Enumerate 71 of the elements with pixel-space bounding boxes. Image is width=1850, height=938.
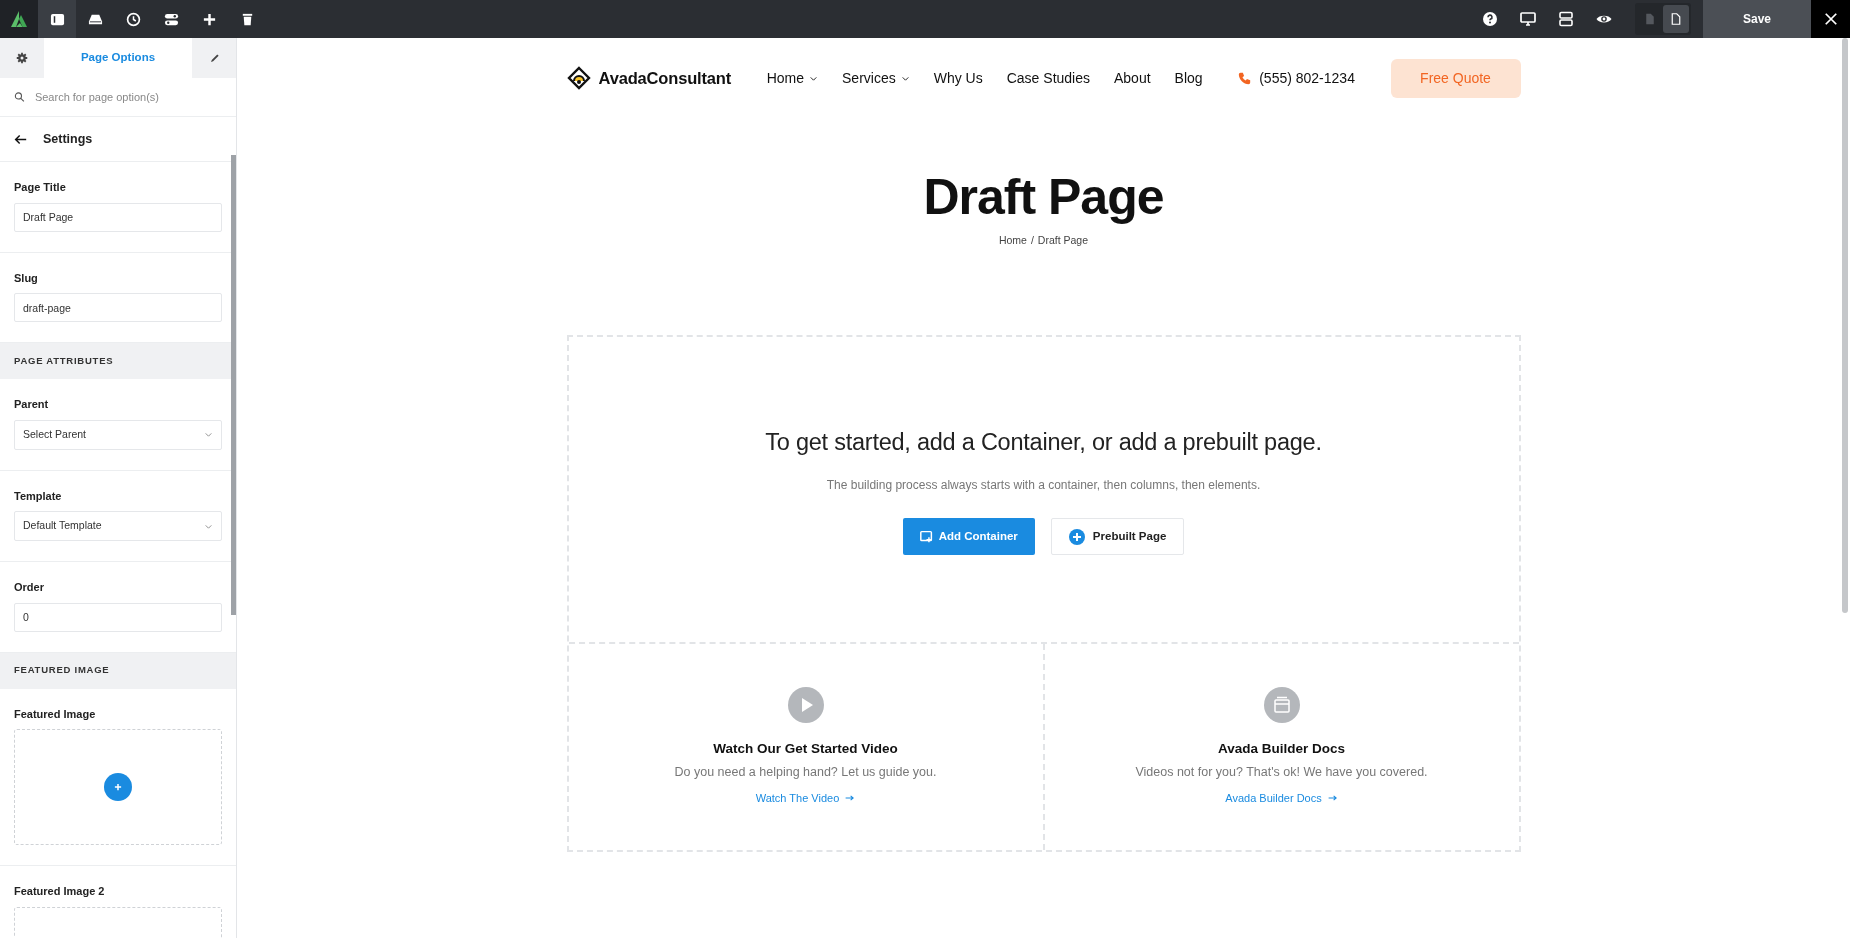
card-title: Watch Our Get Started Video (713, 740, 898, 758)
toolbar-button[interactable] (38, 0, 76, 38)
add-container-button[interactable]: Add Container (902, 518, 1035, 555)
scrollbar[interactable] (231, 155, 236, 615)
input-field[interactable]: Draft Page (14, 202, 222, 232)
input-field[interactable]: draft-page (14, 293, 222, 322)
add-image-button[interactable] (104, 773, 132, 801)
field-label: Order (14, 580, 45, 595)
card-title: Avada Builder Docs (1217, 740, 1345, 758)
builder-subtitle: The building process always starts with a container, then columns, then elements. (826, 477, 1261, 494)
rows-icon (1558, 11, 1574, 27)
logo-icon (566, 66, 591, 90)
section-title: PAGE ATTRIBUTES (14, 353, 114, 368)
container-add-icon (919, 530, 933, 543)
nav-link[interactable]: Home (766, 67, 819, 89)
gear-icon (16, 52, 28, 64)
panel-heading: Settings (43, 130, 93, 148)
nav-link[interactable]: Case Studies (1006, 67, 1090, 89)
clock-icon (125, 11, 141, 27)
field-label: Parent (14, 397, 50, 412)
scrollbar[interactable] (1842, 38, 1848, 613)
sidebar-tab[interactable]: Page Options (44, 38, 192, 78)
document-icon (1644, 12, 1656, 26)
brand-name: AvadaConsultant (598, 67, 732, 89)
archive-icon (1263, 687, 1300, 723)
play-icon (787, 687, 824, 723)
plus-icon (201, 11, 217, 27)
section-title: FEATURED IMAGE (14, 663, 110, 678)
back-button[interactable] (14, 132, 27, 146)
sidebar-icon (49, 11, 65, 27)
plus-circle-icon (1068, 528, 1085, 545)
breadcrumb-current: Draft Page (1037, 233, 1089, 248)
document-icon (1670, 12, 1682, 26)
close-icon (1823, 12, 1838, 26)
builder-heading: To get started, add a Container, or add a prebuilt page. (765, 427, 1322, 457)
phone-number: (555) 802-1234 (1259, 68, 1355, 88)
field-label: Featured Image (14, 706, 97, 722)
card-link[interactable]: Watch The Video (755, 790, 856, 807)
field-label: Featured Image 2 (14, 884, 106, 899)
field-label: Page Title (14, 180, 67, 195)
close-button[interactable] (1811, 0, 1850, 38)
input-field[interactable]: 0 (14, 602, 222, 632)
nav-link[interactable]: Why Us (933, 67, 983, 89)
back-arrow-icon (14, 132, 27, 146)
card-text: Videos not for you? That's ok! We have you covered. (1135, 764, 1428, 782)
select-field[interactable]: Select Parent (14, 419, 222, 450)
card-link[interactable]: Avada Builder Docs (1225, 790, 1338, 807)
nav-link[interactable]: Services (842, 67, 910, 89)
save-button[interactable]: Save (1703, 0, 1811, 38)
card-text: Do you need a helping hand? Let us guide you. (674, 764, 937, 782)
image-dropzone[interactable] (14, 729, 222, 845)
select-field[interactable]: Default Template (14, 511, 222, 541)
prebuilt-page-button[interactable]: Prebuilt Page (1050, 518, 1185, 555)
field-label: Slug (14, 270, 39, 286)
nav-link[interactable]: About (1114, 67, 1151, 89)
chevron-down-icon (204, 430, 213, 439)
desktop-icon (1520, 11, 1536, 27)
toggles-icon (163, 11, 179, 27)
search-icon (14, 91, 25, 103)
nav-link[interactable]: Blog (1174, 67, 1203, 89)
plus-icon (113, 782, 123, 792)
field-label: Template (14, 488, 63, 504)
search-field[interactable]: Search for page option(s) (32, 87, 222, 107)
view-toggle-button[interactable] (1663, 5, 1689, 33)
breadcrumb-separator: / (1030, 233, 1034, 248)
pencil-icon (208, 52, 220, 64)
logo-icon (10, 10, 28, 28)
page-title: Draft Page (922, 170, 1165, 225)
breadcrumb-link[interactable]: Home (998, 233, 1027, 249)
help-icon (1482, 11, 1498, 27)
phone-icon (1238, 71, 1252, 85)
